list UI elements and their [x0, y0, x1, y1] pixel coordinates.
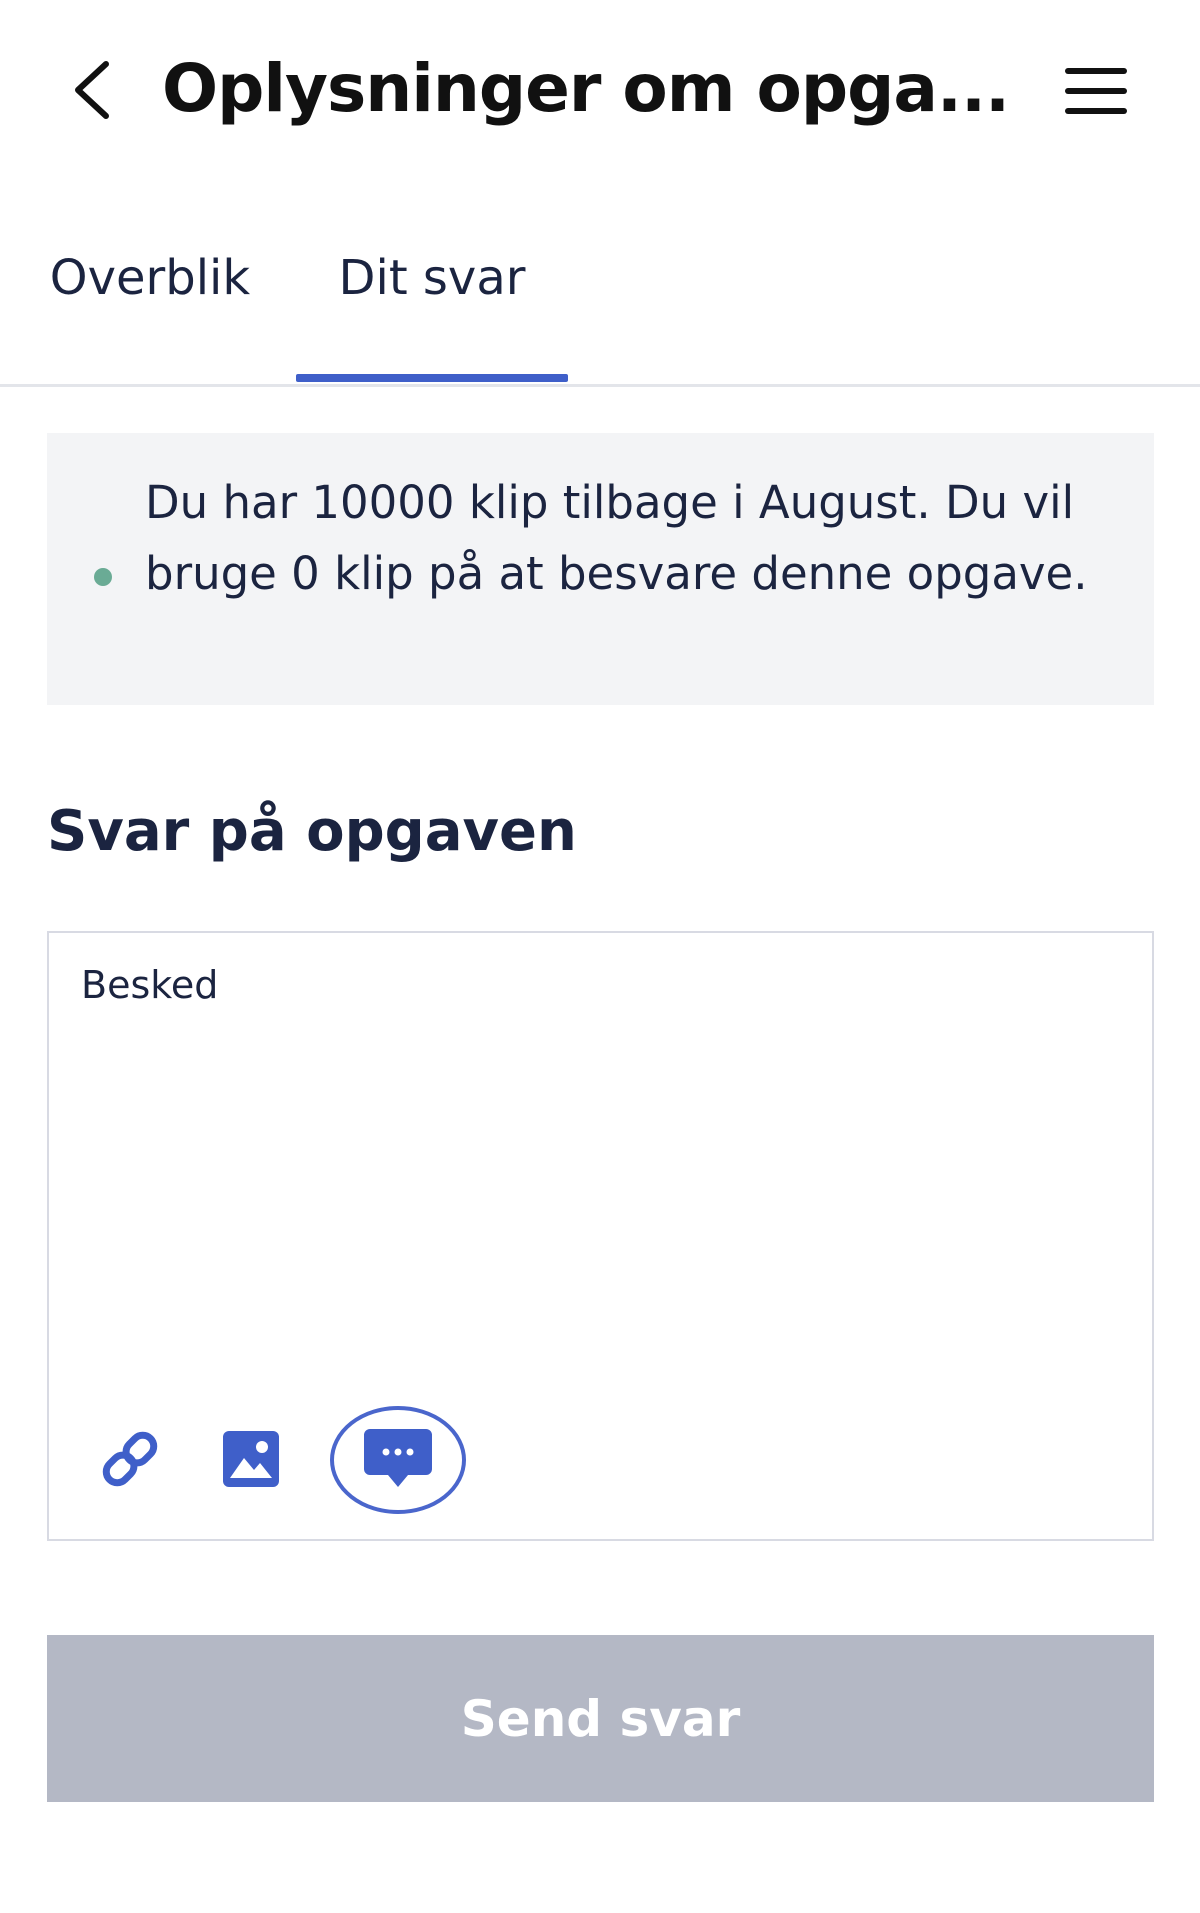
send-answer-button[interactable]: Send svar: [47, 1635, 1154, 1802]
active-tab-indicator: [296, 374, 568, 382]
bullet-dot-icon: [94, 568, 112, 586]
tab-bar: Overblik Dit svar: [0, 220, 1200, 387]
clip-balance-text: Du har 10000 klip tilbage i August. Du v…: [145, 476, 1088, 600]
hamburger-menu-icon: [1065, 68, 1127, 114]
message-input[interactable]: [49, 933, 1152, 1403]
chevron-left-icon: [75, 61, 109, 119]
image-icon: [223, 1431, 279, 1487]
clip-balance-notice: Du har 10000 klip tilbage i August. Du v…: [47, 433, 1154, 705]
menu-button[interactable]: [1060, 58, 1132, 124]
tab-overview[interactable]: Overblik: [30, 220, 270, 384]
tab-your-answer[interactable]: Dit svar: [296, 220, 568, 384]
message-composer: [47, 931, 1154, 1541]
answer-section-heading: Svar på opgaven: [47, 799, 577, 864]
attach-image-button[interactable]: [206, 1414, 296, 1504]
attach-link-button[interactable]: [85, 1414, 175, 1504]
insert-comment-button[interactable]: [328, 1403, 468, 1517]
comment-icon: [330, 1406, 466, 1514]
top-bar: Oplysninger om opga...: [0, 0, 1200, 180]
back-button[interactable]: [62, 52, 122, 128]
page-title: Oplysninger om opga...: [162, 50, 1010, 127]
link-icon: [102, 1431, 158, 1487]
